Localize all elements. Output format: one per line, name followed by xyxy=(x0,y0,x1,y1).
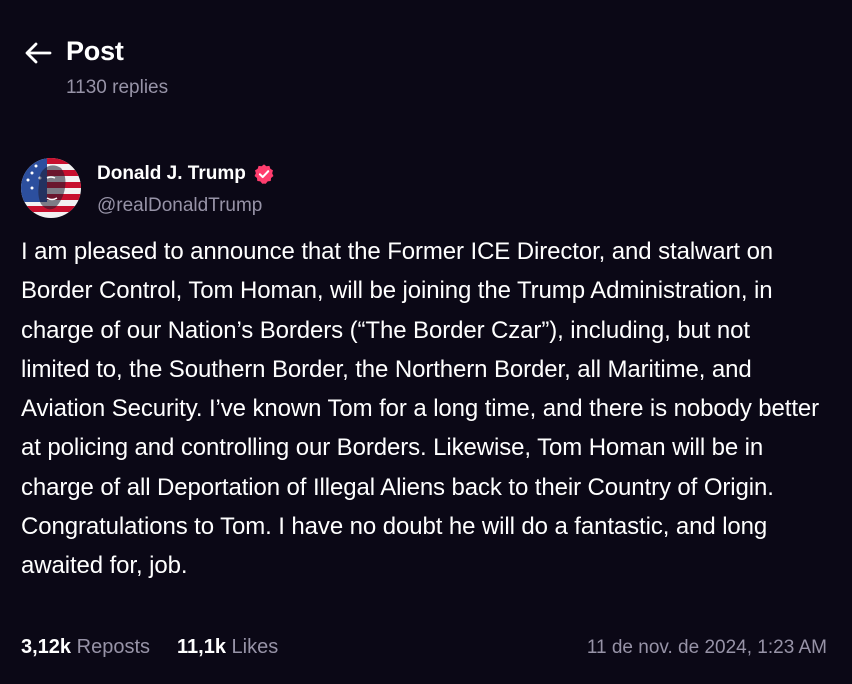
author-name[interactable]: Donald J. Trump xyxy=(97,163,275,185)
post-timestamp: 11 de nov. de 2024, 1:23 AM xyxy=(586,637,827,658)
author-handle[interactable]: @realDonaldTrump xyxy=(97,195,262,217)
avatar[interactable] xyxy=(21,158,81,218)
likes-count: 11,1k xyxy=(177,636,226,658)
post-stats: 3,12k Reposts 11,1k Likes 11 de nov. de … xyxy=(21,636,827,664)
page-title: Post xyxy=(66,36,124,66)
author-name-text: Donald J. Trump xyxy=(97,163,246,184)
avatar-image xyxy=(21,158,81,218)
post-text: I am pleased to announce that the Former… xyxy=(21,238,820,580)
replies-count[interactable]: 1130 replies xyxy=(66,77,168,99)
reposts-label: Reposts xyxy=(76,636,150,658)
reposts-stat[interactable]: 3,12k Reposts xyxy=(21,636,150,659)
reposts-count: 3,12k xyxy=(21,636,72,658)
verified-badge-icon xyxy=(254,164,274,184)
post-page: Post 1130 replies Donald J. Trump @realD… xyxy=(0,0,852,684)
arrow-left-icon[interactable] xyxy=(24,41,52,65)
likes-stat[interactable]: 11,1k Likes xyxy=(177,636,278,659)
likes-label: Likes xyxy=(231,636,279,658)
